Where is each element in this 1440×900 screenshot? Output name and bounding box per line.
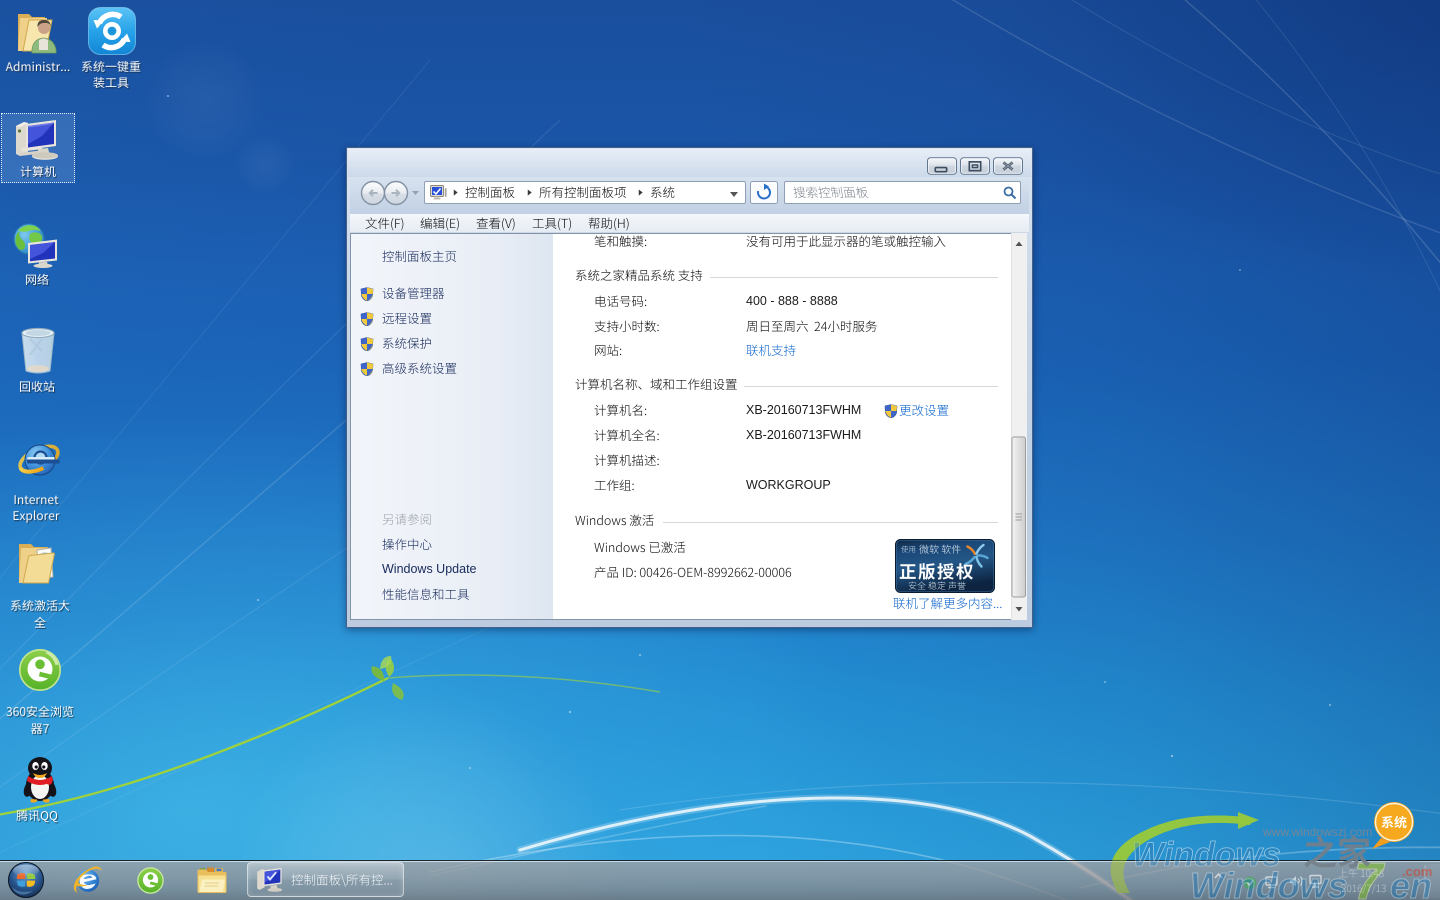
svg-text:.com: .com bbox=[1402, 864, 1432, 879]
svg-text:Windows: Windows bbox=[1132, 836, 1281, 874]
svg-text:7: 7 bbox=[1354, 853, 1385, 900]
